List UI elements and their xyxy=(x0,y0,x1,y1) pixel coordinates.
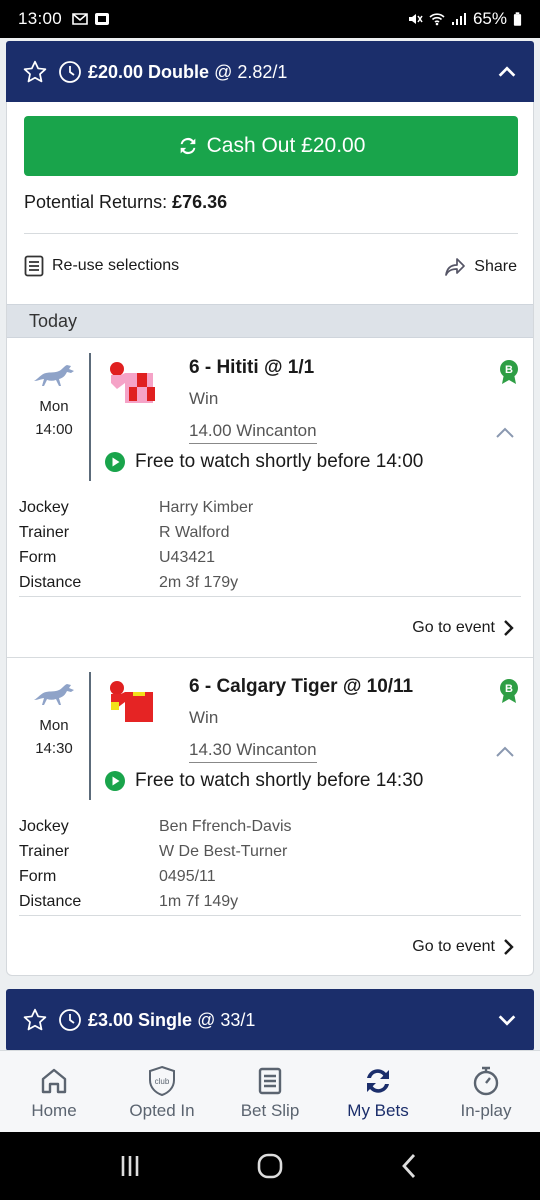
bet-slip-icon xyxy=(258,1067,282,1095)
receipt-icon xyxy=(24,255,44,277)
bottom-nav: Home club Opted In Bet Slip My Bets In-p… xyxy=(0,1050,540,1132)
watch-label: Free to watch shortly before 14:00 xyxy=(135,451,424,472)
selection-item: Mon 14:00 6 - Hititi @ 1/1 Win 14.00 Win… xyxy=(7,339,533,657)
status-time: 13:00 xyxy=(18,9,63,28)
club-shield-text: club xyxy=(155,1077,170,1086)
runner-details: Jockey Harry Kimber Trainer R Walford Form… xyxy=(19,495,521,597)
selection-item: Mon 14:30 6 - Calgary Tiger @ 10/11 Win … xyxy=(7,658,533,976)
gmail-icon xyxy=(72,13,88,25)
chevron-up-icon[interactable] xyxy=(495,744,515,758)
nav-home[interactable]: Home xyxy=(0,1051,108,1132)
svg-text:B: B xyxy=(505,683,513,695)
share-button[interactable]: Share xyxy=(444,257,517,277)
club-shield-icon: club xyxy=(149,1065,175,1097)
race-day: Mon xyxy=(39,398,69,415)
play-icon xyxy=(105,771,125,791)
recent-apps-icon[interactable] xyxy=(115,1151,145,1181)
star-icon[interactable] xyxy=(22,59,48,85)
my-bets-content[interactable]: £20.00 Double @ 2.82/1 Cash Out £20.00 P… xyxy=(0,38,540,1050)
share-icon xyxy=(445,258,466,276)
chevron-right-icon xyxy=(504,620,514,636)
home-icon xyxy=(41,1068,67,1094)
horse-racing-icon xyxy=(34,684,74,705)
bet-header-single[interactable]: £3.00 Single @ 33/1 xyxy=(6,989,534,1050)
go-to-event-link[interactable]: Go to event xyxy=(412,619,515,637)
status-bar: 13:00 65% xyxy=(0,0,540,38)
nav-opted-in[interactable]: club Opted In xyxy=(108,1051,216,1132)
clock-icon xyxy=(59,61,81,83)
market-type: Win xyxy=(189,389,219,408)
detail-row: Form U43421 xyxy=(19,548,216,566)
chevron-right-icon xyxy=(504,939,514,955)
bet-stake: £3.00 Single xyxy=(88,1009,193,1030)
race-link[interactable]: 14.30 Wincanton xyxy=(189,740,317,763)
battery-percent: 65% xyxy=(472,9,507,28)
nav-in-play[interactable]: In-play xyxy=(432,1051,540,1132)
runner-name: 6 - Hititi @ 1/1 xyxy=(189,357,315,378)
race-time: 14:00 xyxy=(35,421,73,438)
cash-out-icon xyxy=(180,137,195,155)
market-type: Win xyxy=(189,708,219,727)
chevron-up-icon[interactable] xyxy=(496,61,518,83)
clock-icon xyxy=(59,1009,81,1031)
detail-row: Jockey Harry Kimber xyxy=(19,498,254,516)
race-time: 14:30 xyxy=(35,740,73,757)
chevron-up-icon[interactable] xyxy=(495,425,515,439)
wifi-icon xyxy=(429,13,445,26)
date-group-header: Today xyxy=(7,304,533,338)
jockey-silks-icon xyxy=(110,362,155,403)
nav-my-bets[interactable]: My Bets xyxy=(324,1051,432,1132)
play-icon xyxy=(105,452,125,472)
watch-info[interactable]: Free to watch shortly before 14:30 xyxy=(105,770,423,792)
race-day: Mon xyxy=(39,717,69,734)
divider xyxy=(24,233,518,234)
bet-odds: @ 33/1 xyxy=(197,1009,256,1030)
go-to-event-link[interactable]: Go to event xyxy=(412,938,515,956)
runner-details: Jockey Ben Ffrench-Davis Trainer W De Best… xyxy=(19,814,521,916)
watch-info[interactable]: Free to watch shortly before 14:00 xyxy=(105,451,423,473)
app-notification-icon xyxy=(95,13,110,25)
bet-header-double[interactable]: £20.00 Double @ 2.82/1 xyxy=(6,41,534,103)
bet-card: Cash Out £20.00 Potential Returns: £76.3… xyxy=(6,102,534,976)
share-label: Share xyxy=(474,258,517,275)
race-link[interactable]: 14.00 Wincanton xyxy=(189,421,317,444)
battery-icon xyxy=(513,11,522,26)
detail-row: Distance 2m 3f 179y xyxy=(19,573,239,591)
detail-row: Jockey Ben Ffrench-Davis xyxy=(19,817,292,835)
my-bets-icon xyxy=(367,1069,389,1093)
back-icon[interactable] xyxy=(395,1151,425,1181)
star-icon[interactable] xyxy=(22,1007,48,1033)
chevron-down-icon[interactable] xyxy=(496,1009,518,1031)
bet-odds: @ 2.82/1 xyxy=(214,61,288,82)
svg-text:B: B xyxy=(505,364,513,376)
horse-racing-icon xyxy=(34,365,74,386)
detail-row: Distance 1m 7f 149y xyxy=(19,892,239,910)
bet-stake: £20.00 Double xyxy=(88,61,210,82)
reuse-selections-label: Re-use selections xyxy=(52,257,180,274)
cash-out-label: Cash Out £20.00 xyxy=(206,134,366,157)
potential-returns: Potential Returns: £76.36 xyxy=(24,192,228,212)
cash-out-button[interactable]: Cash Out £20.00 xyxy=(24,116,518,176)
detail-row: Trainer W De Best-Turner xyxy=(19,842,288,860)
runner-name: 6 - Calgary Tiger @ 10/11 xyxy=(189,676,414,697)
reuse-selections-button[interactable]: Re-use selections xyxy=(24,255,179,277)
potential-returns-value: £76.36 xyxy=(172,192,228,212)
boost-badge-icon: B xyxy=(500,360,518,384)
home-button-icon[interactable] xyxy=(255,1151,285,1181)
signal-icon xyxy=(451,13,466,25)
mute-icon xyxy=(408,14,423,24)
watch-label: Free to watch shortly before 14:30 xyxy=(135,770,424,791)
jockey-silks-icon xyxy=(110,681,153,722)
detail-row: Form 0495/11 xyxy=(19,867,216,885)
system-nav-bar xyxy=(0,1132,540,1200)
detail-row: Trainer R Walford xyxy=(19,523,230,541)
stopwatch-icon xyxy=(473,1066,499,1096)
nav-bet-slip[interactable]: Bet Slip xyxy=(216,1051,324,1132)
boost-badge-icon: B xyxy=(500,679,518,703)
